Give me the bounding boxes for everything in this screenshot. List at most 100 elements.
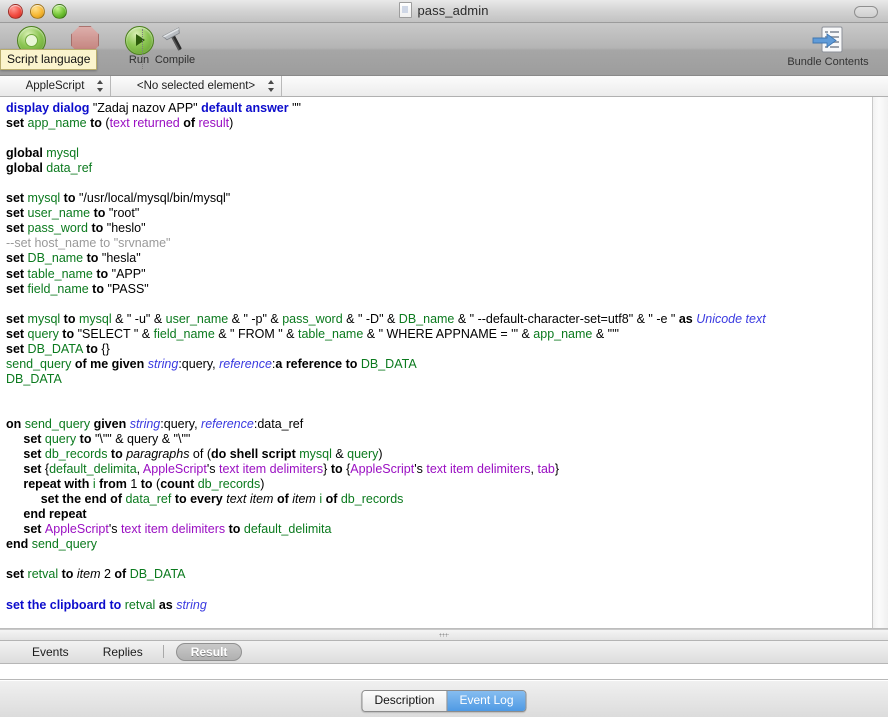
code-token: to	[80, 432, 95, 446]
code-token: to	[62, 567, 77, 581]
code-token: to	[86, 342, 101, 356]
script-code-text[interactable]: display dialog "Zadaj nazov APP" default…	[0, 97, 872, 628]
script-editor-window: pass_admin Record Stop Run	[0, 0, 888, 717]
result-tab-divider	[163, 645, 164, 658]
window-title: pass_admin	[0, 0, 888, 22]
code-token: field_name	[154, 327, 219, 341]
code-token: "/usr/local/mysql/bin/mysql"	[79, 191, 230, 205]
code-token: set	[6, 312, 28, 326]
code-token: set	[6, 462, 45, 476]
code-line: --set host_name to "srvname"	[6, 236, 872, 251]
result-output-pane[interactable]	[0, 664, 888, 680]
code-token: repeat with	[6, 477, 93, 491]
code-line	[6, 552, 872, 567]
code-token: end	[6, 537, 32, 551]
code-line: global data_ref	[6, 161, 872, 176]
code-line: set the clipboard to retval as string	[6, 598, 872, 613]
code-token: to	[92, 282, 107, 296]
code-line: set retval to item 2 of DB_DATA	[6, 567, 872, 582]
code-token: text item delimiters	[426, 462, 530, 476]
window-title-text: pass_admin	[417, 3, 488, 18]
code-token: of me given	[75, 357, 148, 371]
code-token: send_query	[32, 537, 97, 551]
code-token: to	[64, 191, 79, 205]
code-token: retval	[125, 598, 159, 612]
code-line: repeat with i from 1 to (count db_record…	[6, 477, 872, 492]
editor-vertical-scrollbar[interactable]	[872, 97, 888, 628]
code-token: mysql	[79, 312, 115, 326]
code-token: AppleScript	[350, 462, 414, 476]
element-popup[interactable]: <No selected element>	[111, 76, 282, 96]
code-token: db_records	[341, 492, 404, 506]
code-line	[6, 583, 872, 598]
code-token: AppleScript	[45, 522, 109, 536]
code-line: set {default_delimita, AppleScript's tex…	[6, 462, 872, 477]
code-token: DB_name	[28, 251, 87, 265]
toolbar-toggle-button[interactable]	[854, 6, 878, 18]
compile-button[interactable]: Compile	[148, 23, 202, 66]
result-tab-replies[interactable]: Replies	[93, 644, 153, 660]
code-token: )	[260, 477, 264, 491]
code-line: set field_name to "PASS"	[6, 282, 872, 297]
code-token: do shell script	[211, 447, 299, 461]
code-token: retval	[28, 567, 62, 581]
code-token: query	[28, 327, 63, 341]
code-token: count	[160, 477, 198, 491]
pane-splitter[interactable]	[0, 629, 888, 641]
code-token: query	[347, 447, 378, 461]
code-token: from	[99, 477, 130, 491]
chevron-updown-icon	[268, 79, 275, 93]
code-line: set mysql to "/usr/local/mysql/bin/mysql…	[6, 191, 872, 206]
code-token: reference	[219, 357, 272, 371]
code-token: DB_DATA	[6, 372, 62, 386]
code-token: set	[6, 116, 28, 130]
code-token: 's	[207, 462, 219, 476]
code-token: send_query	[25, 417, 94, 431]
code-token: :data_ref	[254, 417, 303, 431]
segment-event-log[interactable]: Event Log	[447, 691, 525, 711]
selector-bar: AppleScript <No selected element>	[0, 76, 888, 97]
code-line: set DB_DATA to {}	[6, 342, 872, 357]
code-token: global	[6, 161, 46, 175]
code-token: :query,	[178, 357, 219, 371]
document-icon	[399, 2, 412, 18]
code-token: db_records	[45, 447, 111, 461]
code-token: table_name	[298, 327, 367, 341]
code-line: set user_name to "root"	[6, 206, 872, 221]
code-token: & " FROM " &	[218, 327, 298, 341]
code-token: as	[679, 312, 696, 326]
segment-description[interactable]: Description	[362, 691, 447, 711]
code-token: to	[141, 477, 156, 491]
code-token: default_delimita	[49, 462, 137, 476]
code-token: query	[45, 432, 80, 446]
bundle-contents-button[interactable]: Bundle Contents	[776, 25, 880, 68]
result-tab-events[interactable]: Events	[22, 644, 79, 660]
code-token: 2	[104, 567, 114, 581]
code-token: send_query	[6, 357, 75, 371]
code-token: global	[6, 146, 46, 160]
compile-button-label: Compile	[148, 54, 202, 66]
editor-area: display dialog "Zadaj nazov APP" default…	[0, 97, 888, 629]
hammer-icon	[148, 25, 202, 55]
code-token: app_name	[28, 116, 91, 130]
code-token: of (	[193, 447, 211, 461]
code-token: & " -D" &	[346, 312, 399, 326]
code-token: set the end of	[6, 492, 125, 506]
code-line	[6, 176, 872, 191]
code-token: db_records	[198, 477, 261, 491]
code-token: mysql	[28, 312, 64, 326]
code-token: set	[6, 342, 28, 356]
code-token: app_name	[533, 327, 596, 341]
result-tab-result[interactable]: Result	[176, 643, 243, 661]
code-line: end send_query	[6, 537, 872, 552]
code-line: end repeat	[6, 507, 872, 522]
code-line: set AppleScript's text item delimiters t…	[6, 522, 872, 537]
language-popup[interactable]: AppleScript	[0, 76, 111, 96]
code-token: text item delimiters	[219, 462, 323, 476]
code-line: set DB_name to "hesla"	[6, 251, 872, 266]
code-token: & " WHERE APPNAME = '" &	[367, 327, 534, 341]
code-token: )	[378, 447, 382, 461]
code-token: "\"" & query & "\""	[95, 432, 190, 446]
code-token: string	[148, 357, 179, 371]
code-token: as	[159, 598, 176, 612]
